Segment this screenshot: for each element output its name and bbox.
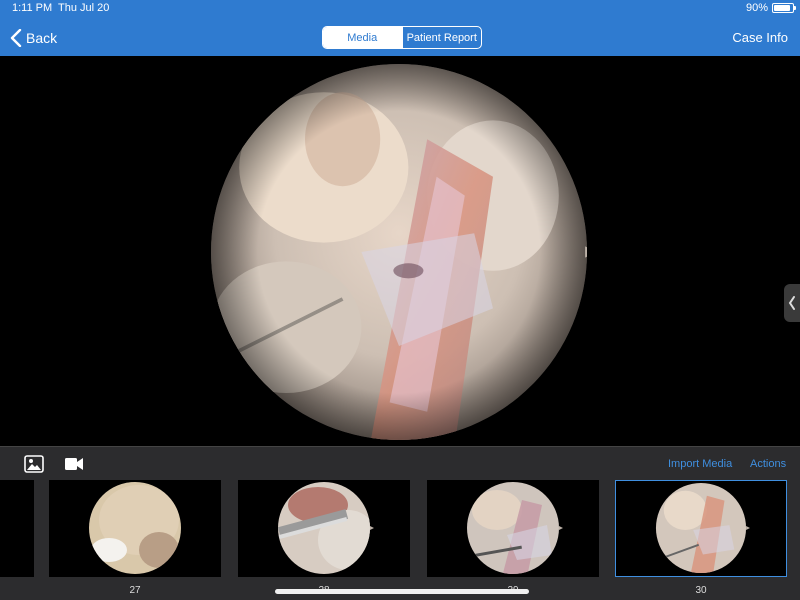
status-date: Thu Jul 20 (58, 2, 110, 14)
back-label: Back (26, 30, 58, 46)
battery-icon (772, 3, 796, 13)
chevron-left-icon (788, 296, 795, 310)
thumbnail-image (89, 482, 181, 574)
actions-button[interactable]: Actions (750, 458, 786, 470)
status-time: 1:11 PM (12, 2, 53, 14)
thumbnail-partial[interactable] (0, 480, 34, 577)
segmented-control: Media Patient Report (322, 26, 482, 49)
side-panel-handle[interactable] (784, 284, 800, 322)
photo-icon[interactable] (24, 455, 44, 473)
case-info-button[interactable]: Case Info (732, 30, 788, 45)
tab-patient-report[interactable]: Patient Report (401, 27, 482, 48)
battery-percent: 90% (745, 2, 768, 14)
thumbnail-image (278, 482, 374, 574)
media-viewer[interactable] (0, 56, 800, 446)
navigation-bar: 1:11 PM Thu Jul 20 90% Back Media Patien… (0, 0, 800, 56)
thumbnail[interactable] (427, 480, 599, 577)
thumbnail-selected[interactable] (615, 480, 787, 577)
thumbnail-label: 27 (129, 585, 141, 596)
arthroscopy-image (211, 64, 587, 440)
video-camera-icon[interactable] (64, 457, 84, 471)
thumbnail-image (655, 482, 750, 574)
thumbnail[interactable] (238, 480, 410, 577)
back-button[interactable]: Back (10, 26, 57, 50)
thumbnail-label: 30 (695, 585, 707, 596)
media-strip-panel: Import Media Actions 27 30 (0, 446, 800, 600)
home-indicator[interactable] (275, 589, 529, 594)
import-media-button[interactable]: Import Media (668, 458, 732, 470)
chevron-left-icon (10, 29, 22, 47)
thumbnail-image (467, 482, 563, 574)
thumbnail[interactable] (49, 480, 221, 577)
battery-level (774, 5, 791, 11)
tab-media[interactable]: Media (323, 27, 402, 48)
